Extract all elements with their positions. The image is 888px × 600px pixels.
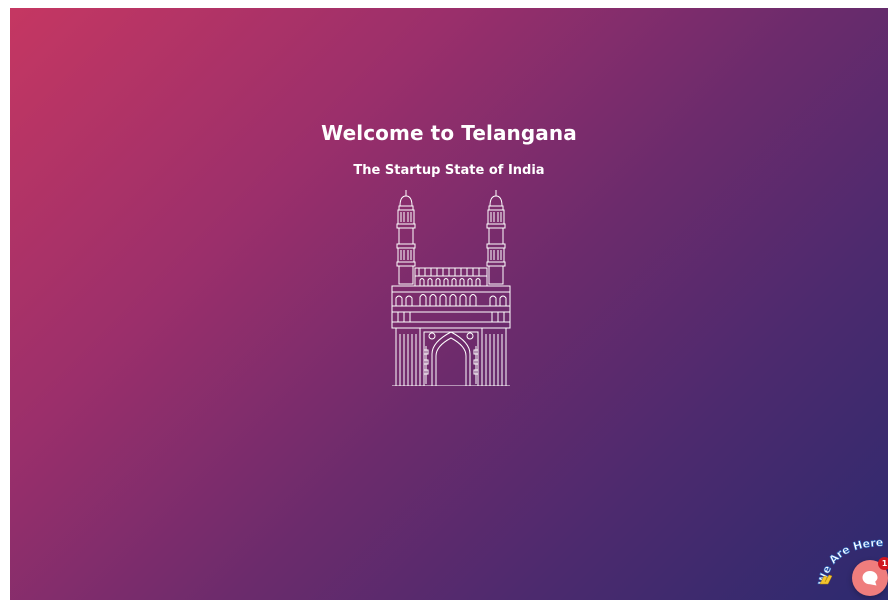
welcome-screen: Welcome to Telangana The Startup State o…: [10, 8, 888, 600]
chat-bubble-icon: [862, 571, 878, 586]
arch-base: [392, 327, 510, 386]
notification-badge: 1: [878, 557, 888, 570]
chat-widget[interactable]: We Are Here 1: [816, 536, 888, 600]
gallery-level: [391, 285, 511, 329]
charminar-illustration: [391, 190, 511, 386]
right-minaret: [486, 190, 506, 285]
upper-parapet: [414, 267, 488, 287]
page-title: Welcome to Telangana: [321, 121, 577, 145]
page-subtitle: The Startup State of India: [353, 163, 545, 178]
left-minaret: [396, 190, 416, 285]
